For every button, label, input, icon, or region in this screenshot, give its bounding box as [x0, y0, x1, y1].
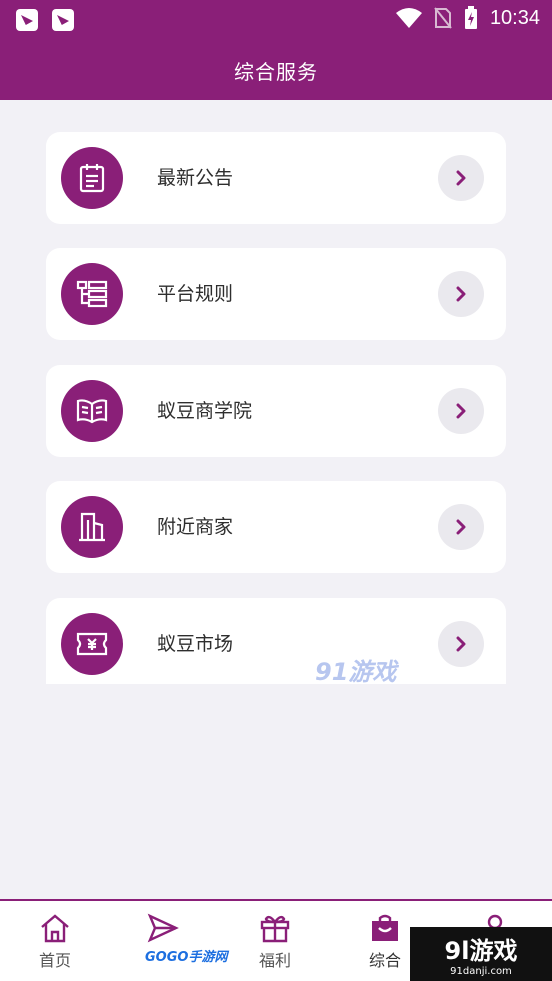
clock: 10:34: [489, 6, 540, 29]
tab-home[interactable]: 首页: [10, 913, 100, 971]
home-icon: [41, 914, 69, 943]
app-bar: 综合服务: [0, 40, 552, 100]
no-sim-icon: [434, 7, 452, 29]
chevron-right-icon[interactable]: [438, 504, 484, 550]
book-icon: [76, 399, 108, 424]
service-item-notice[interactable]: 最新公告: [46, 132, 506, 224]
rules-icon: [76, 280, 108, 308]
service-label: 最新公告: [157, 167, 234, 189]
watermark-corner: 9l游戏 91danji.com: [410, 927, 552, 981]
chevron-right-icon[interactable]: [438, 271, 484, 317]
watermark-91: 91游戏: [315, 658, 397, 686]
service-label: 附近商家: [157, 516, 234, 538]
tab-discover[interactable]: [118, 913, 208, 947]
paper-plane-icon: [147, 913, 179, 943]
building-icon: [79, 512, 105, 542]
battery-charging-icon: [464, 6, 477, 29]
watermark-gogo: GOGO手游网: [145, 950, 228, 965]
service-label: 蚁豆商学院: [157, 400, 253, 422]
ticket-icon: [76, 632, 108, 656]
service-label: 平台规则: [157, 283, 234, 305]
chevron-right-icon[interactable]: [438, 621, 484, 667]
chevron-right-icon[interactable]: [438, 388, 484, 434]
app-notification-icon: [52, 9, 74, 31]
service-item-market[interactable]: 蚁豆市场: [46, 598, 506, 684]
wifi-icon: [395, 8, 422, 28]
service-item-rules[interactable]: 平台规则: [46, 248, 506, 340]
gift-icon: [260, 915, 290, 943]
service-item-nearby[interactable]: 附近商家: [46, 481, 506, 573]
service-item-academy[interactable]: 蚁豆商学院: [46, 365, 506, 457]
chevron-right-icon[interactable]: [438, 155, 484, 201]
service-label: 蚁豆市场: [157, 633, 234, 655]
tab-welfare[interactable]: 福利: [230, 913, 320, 971]
notice-icon: [79, 164, 105, 193]
bag-icon: [372, 914, 398, 941]
page-title: 综合服务: [234, 59, 318, 84]
status-bar: 10:34: [0, 0, 552, 40]
app-notification-icon: [16, 9, 38, 31]
